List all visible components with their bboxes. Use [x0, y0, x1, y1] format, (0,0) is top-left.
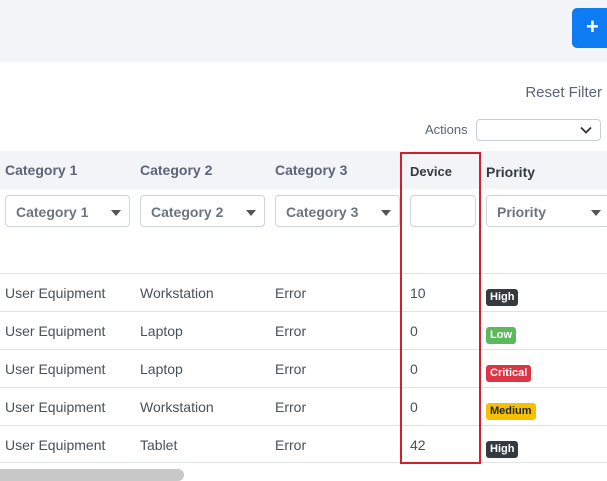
category-1-filter[interactable]: Category 1: [5, 195, 130, 227]
caret-down-icon: [111, 210, 121, 216]
caret-down-icon: [381, 210, 391, 216]
category-3-filter[interactable]: Category 3: [275, 195, 400, 227]
category-2-filter[interactable]: Category 2: [140, 195, 265, 227]
priority-badge: Critical: [486, 365, 532, 382]
priority-badge: Low: [486, 327, 516, 344]
table-row[interactable]: User Equipment Tablet Error 42 High: [0, 425, 607, 463]
category-2-cell: Workstation: [140, 399, 214, 415]
category-3-filter-placeholder: Category 3: [286, 204, 359, 220]
category-3-cell: Error: [275, 323, 307, 339]
category-1-cell: User Equipment: [5, 323, 106, 339]
category-1-filter-placeholder: Category 1: [16, 204, 89, 220]
category-1-cell: User Equipment: [5, 399, 106, 415]
category-3-cell: Error: [275, 399, 307, 415]
add-button[interactable]: +: [572, 8, 607, 48]
category-2-filter-placeholder: Category 2: [151, 204, 224, 220]
category-2-cell: Laptop: [140, 361, 183, 377]
category-3-cell: Error: [275, 437, 307, 453]
chevron-down-icon: [580, 126, 592, 134]
category-3-cell: Error: [275, 361, 307, 377]
actions-select[interactable]: [476, 119, 601, 141]
priority-filter[interactable]: Priority: [486, 195, 607, 227]
device-filter-input[interactable]: [410, 195, 476, 227]
column-header-priority[interactable]: Priority: [486, 164, 535, 180]
table-row[interactable]: User Equipment Workstation Error 10 High: [0, 273, 607, 311]
column-header-category-1[interactable]: Category 1: [5, 162, 77, 178]
device-cell: 0: [410, 399, 418, 415]
horizontal-scrollbar[interactable]: [0, 469, 184, 481]
table-row[interactable]: User Equipment Laptop Error 0 Low: [0, 311, 607, 349]
plus-icon: +: [586, 14, 599, 39]
category-2-cell: Tablet: [140, 437, 178, 453]
table-row[interactable]: User Equipment Workstation Error 0 Mediu…: [0, 387, 607, 425]
device-cell: 10: [410, 285, 426, 301]
device-cell: 0: [410, 323, 418, 339]
column-header-category-2[interactable]: Category 2: [140, 162, 212, 178]
device-cell: 0: [410, 361, 418, 377]
priority-badge: High: [486, 441, 519, 458]
caret-down-icon: [246, 210, 256, 216]
device-cell: 42: [410, 437, 426, 453]
actions-label: Actions: [425, 122, 468, 137]
top-toolbar: [0, 0, 607, 62]
category-1-cell: User Equipment: [5, 437, 106, 453]
caret-down-icon: [591, 210, 601, 216]
table-body: User Equipment Workstation Error 10 High…: [0, 273, 607, 463]
priority-filter-placeholder: Priority: [497, 204, 547, 220]
category-1-cell: User Equipment: [5, 285, 106, 301]
column-header-category-3[interactable]: Category 3: [275, 162, 347, 178]
reset-filter-link[interactable]: Reset Filter: [525, 84, 602, 101]
category-2-cell: Workstation: [140, 285, 214, 301]
category-3-cell: Error: [275, 285, 307, 301]
column-header-device[interactable]: Device: [410, 164, 452, 179]
category-2-cell: Laptop: [140, 323, 183, 339]
priority-badge: High: [486, 289, 519, 306]
table-row[interactable]: User Equipment Laptop Error 0 Critical: [0, 349, 607, 387]
priority-badge: Medium: [486, 403, 536, 420]
category-1-cell: User Equipment: [5, 361, 106, 377]
